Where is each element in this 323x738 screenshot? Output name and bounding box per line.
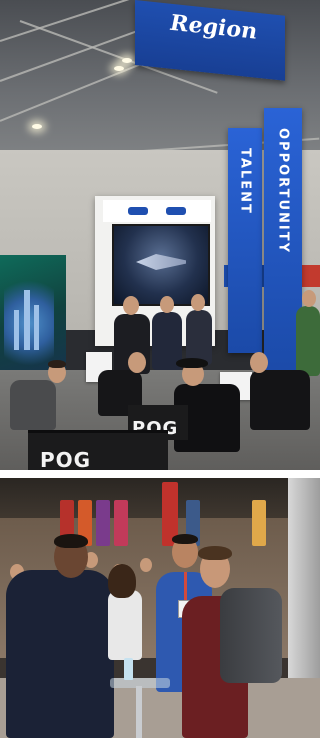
- ceiling-light: [114, 66, 124, 71]
- ceiling-light: [32, 124, 42, 129]
- hanging-banner-text: Region: [170, 9, 257, 45]
- bottom-photo: [0, 478, 320, 738]
- booth-logo: [166, 207, 186, 215]
- table-leg: [136, 686, 142, 738]
- talent-banner: TALENT: [228, 128, 262, 353]
- mural-tower: [14, 310, 19, 350]
- top-photo: Region TALENT OPPORTUNITY POG POG: [0, 0, 320, 470]
- counter-logo-text: POG: [40, 448, 92, 470]
- screen-image: [136, 254, 186, 270]
- talent-banner-text: TALENT: [237, 148, 253, 215]
- booth-header: [103, 200, 211, 222]
- mural-tower: [34, 305, 39, 350]
- attendee: [140, 558, 152, 572]
- booth-banner: [114, 500, 128, 546]
- booth-logo: [128, 207, 148, 215]
- sanitizer-bottle: [124, 658, 133, 680]
- booth-banner: [252, 500, 266, 546]
- booth-banner: [96, 500, 110, 546]
- ceiling-light: [122, 58, 132, 63]
- opportunity-banner-text: OPPORTUNITY: [275, 128, 291, 255]
- mural-tower: [24, 290, 30, 350]
- backpack: [220, 588, 282, 683]
